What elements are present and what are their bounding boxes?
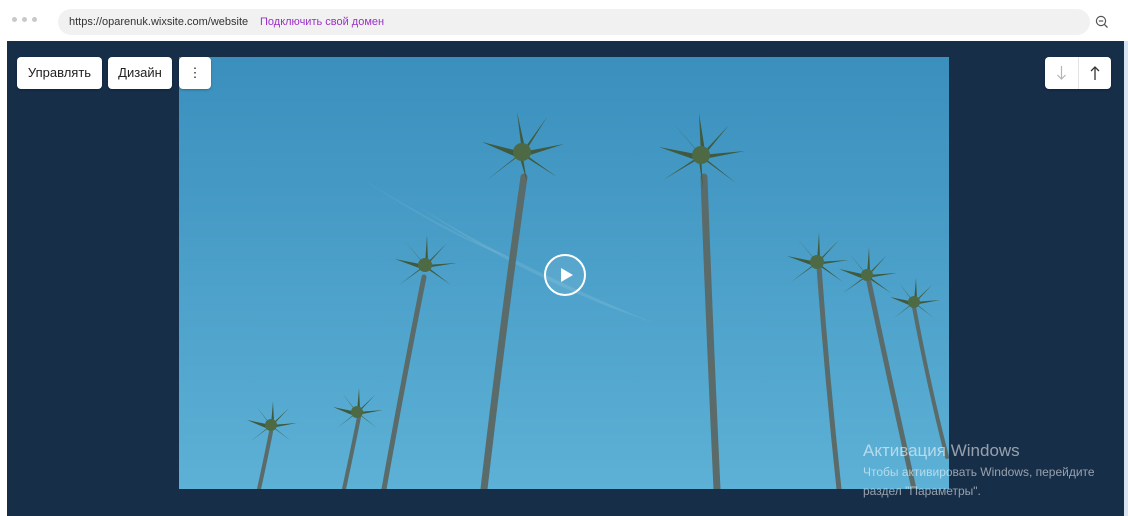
address-bar[interactable]: https://oparenuk.wixsite.com/website Под… — [58, 9, 1090, 35]
windows-activation-text-2: раздел "Параметры". — [863, 484, 981, 498]
scroll-edge — [1124, 41, 1128, 516]
window-dot[interactable] — [12, 17, 17, 22]
window-dot[interactable] — [32, 17, 37, 22]
url-text: https://oparenuk.wixsite.com/website — [69, 16, 249, 28]
design-button[interactable]: Дизайн — [108, 57, 172, 89]
section-reorder-controls — [1045, 57, 1111, 89]
arrow-down-icon — [1057, 66, 1066, 80]
move-section-up-button[interactable] — [1078, 57, 1112, 89]
window-dot[interactable] — [22, 17, 27, 22]
window-controls[interactable] — [12, 17, 37, 22]
connect-domain-link[interactable]: Подключить свой домен — [260, 16, 384, 28]
windows-activation-text: Чтобы активировать Windows, перейдите — [863, 465, 1095, 479]
more-options-button[interactable]: ⋮ — [179, 57, 211, 89]
play-icon[interactable] — [543, 253, 587, 297]
zoom-out-icon[interactable] — [1095, 15, 1109, 29]
manage-button[interactable]: Управлять — [17, 57, 102, 89]
windows-activation-title: Активация Windows — [863, 441, 1020, 460]
video-player[interactable] — [179, 57, 949, 489]
arrow-up-icon — [1090, 66, 1100, 80]
browser-bar: https://oparenuk.wixsite.com/website Под… — [0, 0, 1128, 40]
more-options-icon: ⋮ — [188, 65, 202, 80]
move-section-down-button[interactable] — [1045, 57, 1078, 89]
